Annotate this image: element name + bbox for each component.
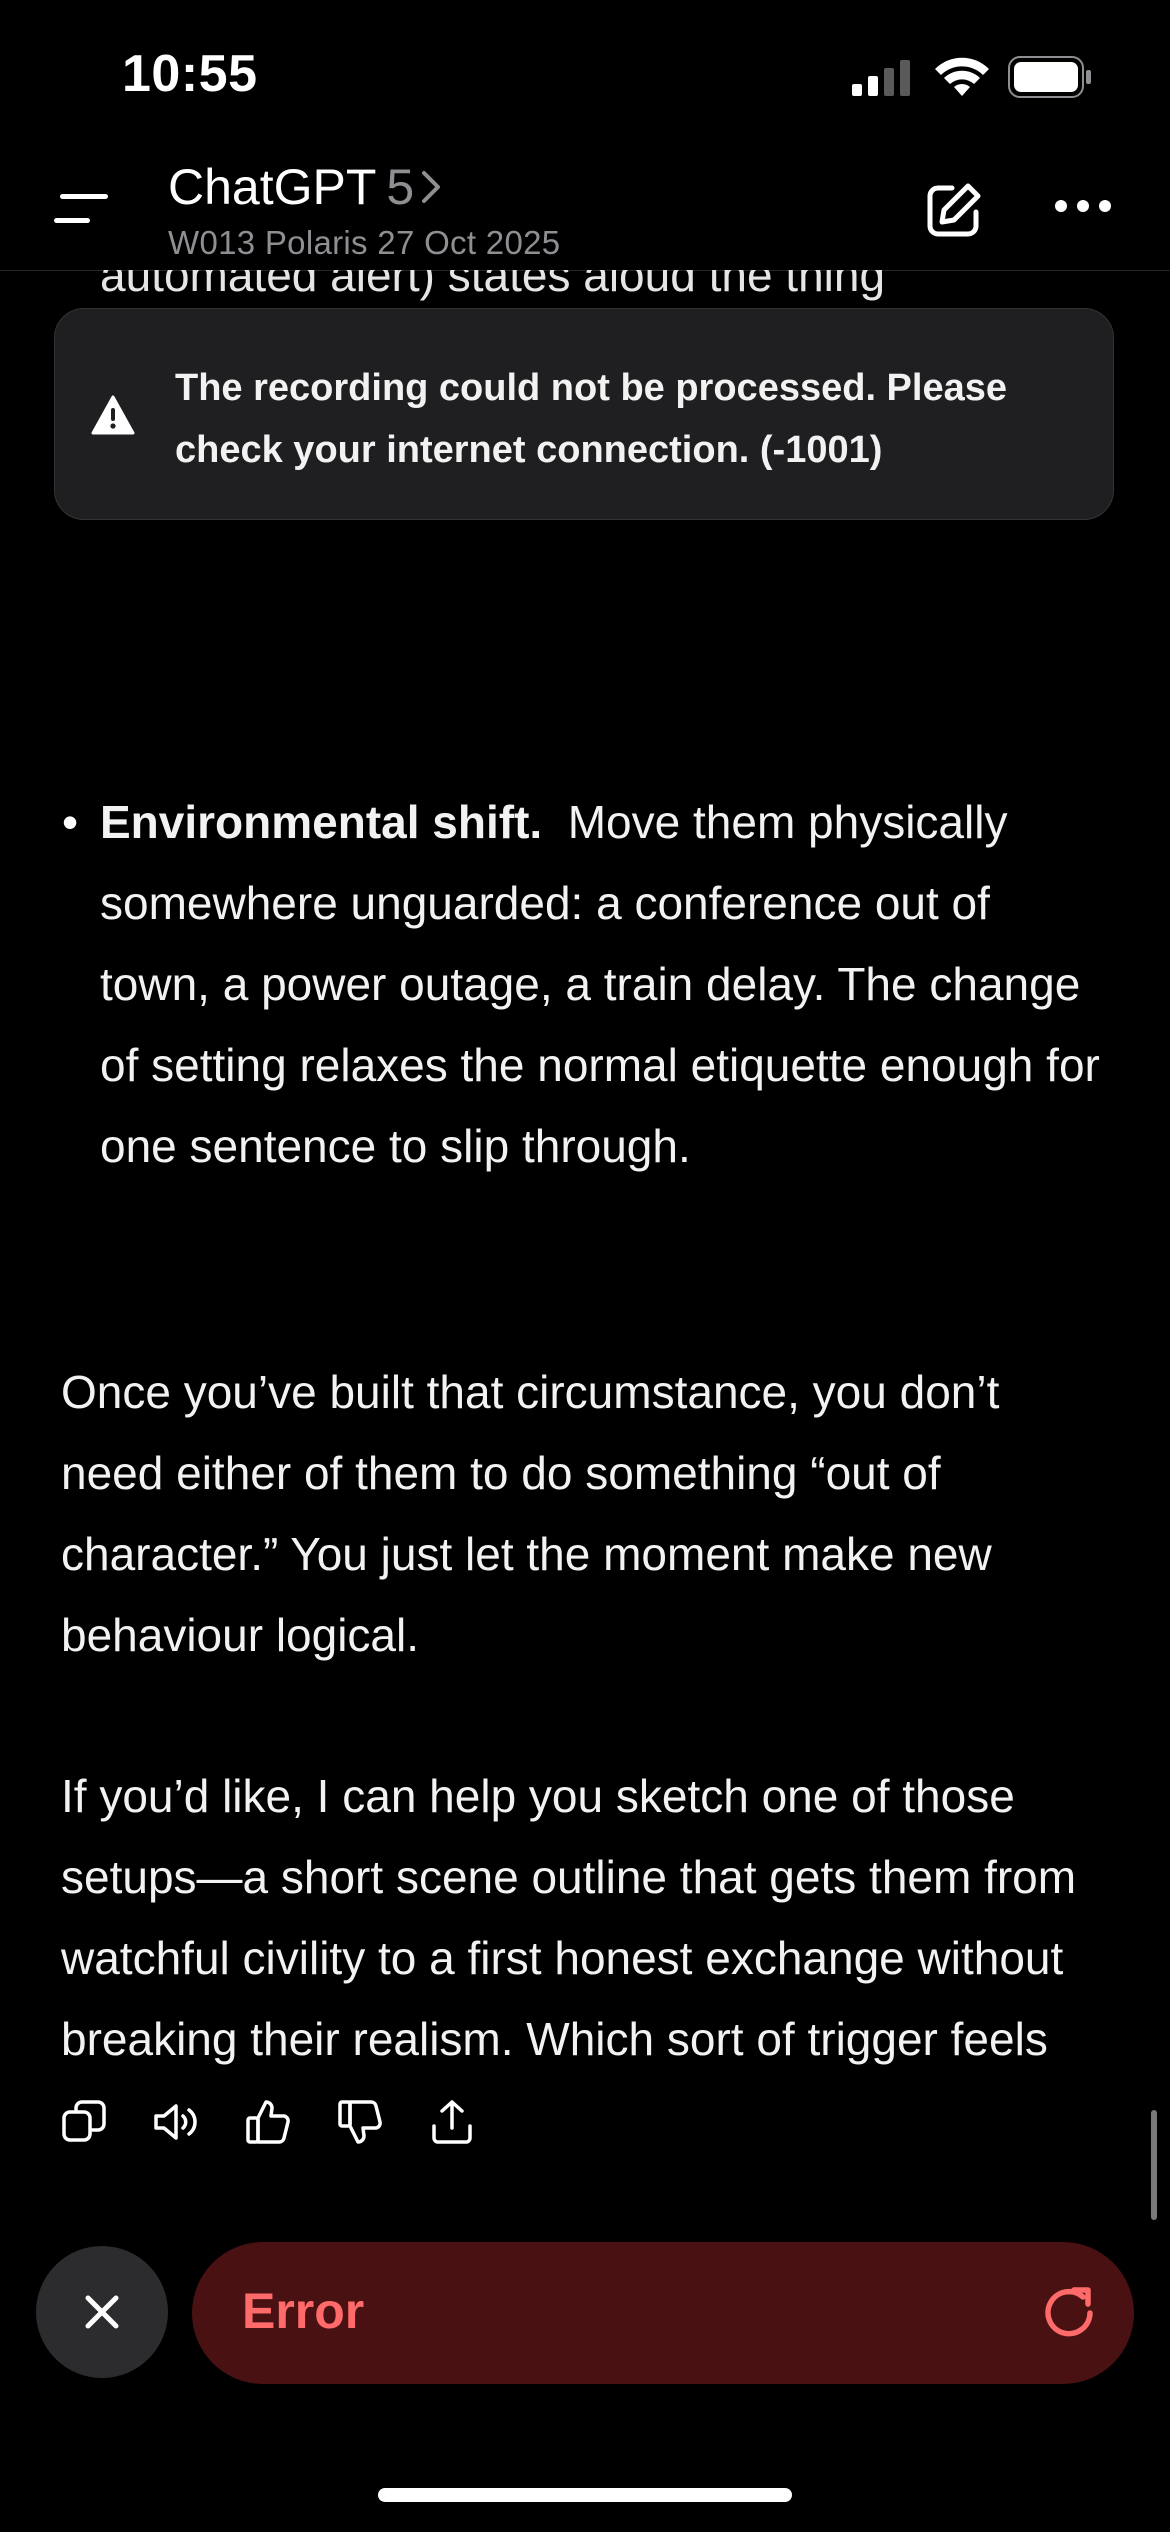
bullet-heading: Environmental shift. <box>100 796 543 848</box>
model-version: 5 <box>386 159 415 215</box>
thumbs-up-icon[interactable] <box>244 2098 292 2146</box>
chat-subtitle: W013 Polaris 27 Oct 2025 <box>168 224 561 261</box>
message-text-fragment: automated alert) states aloud the thing <box>100 270 886 301</box>
share-icon[interactable] <box>428 2098 476 2146</box>
copy-icon[interactable] <box>60 2098 108 2146</box>
chat-header: ChatGPT 5 W013 Polaris 27 Oct 2025 <box>0 150 1170 271</box>
bullet-marker: • <box>62 796 79 848</box>
error-label: Error <box>242 2283 365 2339</box>
cellular-signal-icon <box>852 60 910 96</box>
bullet-text: Move them physically somewhere unguarded… <box>100 796 1100 1172</box>
more-options-icon[interactable] <box>1054 198 1112 214</box>
scrollbar[interactable] <box>1151 2110 1157 2220</box>
retry-icon[interactable] <box>1038 2282 1100 2344</box>
voice-error-bar[interactable]: Error <box>192 2242 1134 2384</box>
wifi-icon <box>935 57 989 96</box>
status-bar: 10:55 <box>0 0 1170 150</box>
bullet-item: Environmental shift. Move them physicall… <box>100 782 1110 1187</box>
new-chat-icon[interactable] <box>924 180 984 240</box>
message-actions <box>60 2098 520 2168</box>
message-paragraph: Once you’ve built that circumstance, you… <box>61 1366 1000 1661</box>
warning-icon <box>91 395 135 435</box>
thumbs-down-icon[interactable] <box>336 2098 384 2146</box>
message-paragraph: If you’d like, I can help you sketch one… <box>61 1770 1077 2065</box>
chevron-right-icon <box>422 171 441 203</box>
read-aloud-icon[interactable] <box>152 2098 200 2146</box>
app-title: ChatGPT <box>168 159 377 215</box>
close-icon <box>85 2295 119 2329</box>
conversation-area[interactable]: automated alert) states aloud the thing … <box>0 270 1170 2090</box>
home-indicator <box>378 2488 792 2502</box>
toast-message: The recording could not be processed. Pl… <box>175 367 1007 471</box>
cancel-voice-button[interactable] <box>36 2246 168 2378</box>
battery-icon <box>1008 56 1091 98</box>
model-selector[interactable]: ChatGPT 5 W013 Polaris 27 Oct 2025 <box>168 158 560 262</box>
error-toast: The recording could not be processed. Pl… <box>54 308 1114 520</box>
status-time: 10:55 <box>122 45 258 103</box>
sidebar-menu-icon[interactable] <box>54 190 114 230</box>
